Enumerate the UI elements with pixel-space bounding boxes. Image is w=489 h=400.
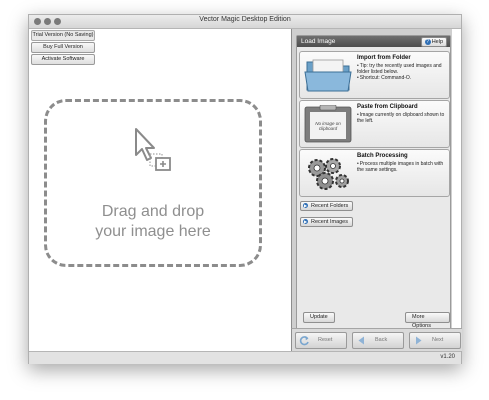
window-title: Vector Magic Desktop Edition — [199, 16, 291, 23]
clipboard-tip-1: Image currently on clipboard shown to th… — [357, 112, 447, 124]
recent-folders-label: Recent Folders — [311, 203, 349, 209]
gears-icon — [308, 158, 349, 190]
disclosure-arrow-icon: ▶ — [303, 203, 308, 209]
drop-zone-line-1: Drag and drop — [101, 203, 205, 220]
paste-from-clipboard-tips: Image currently on clipboard shown to th… — [357, 112, 447, 124]
trial-version-label: Trial Version (No Saving) — [31, 30, 95, 41]
batch-processing-tips: Process multiple images in batch with th… — [357, 161, 447, 173]
next-arrow-icon — [416, 336, 422, 345]
reset-button[interactable]: Reset — [295, 332, 347, 349]
import-from-folder-tips: Tip: try the recently used images and fo… — [357, 63, 447, 81]
title-bar: Vector Magic Desktop Edition — [29, 15, 461, 29]
batch-tip-1: Process multiple images in batch with th… — [357, 161, 447, 173]
help-button[interactable]: ? Help — [420, 37, 447, 47]
recent-images-label: Recent Images — [311, 219, 348, 225]
batch-processing-title: Batch Processing — [357, 153, 408, 159]
disclosure-arrow-icon: ▶ — [303, 219, 308, 225]
help-label: Help — [431, 39, 443, 45]
status-bar: v1.20 — [29, 351, 461, 364]
batch-processing-card[interactable]: Batch Processing Process multiple images… — [299, 149, 450, 197]
back-label: Back — [375, 337, 388, 343]
panel-title: Load Image — [301, 38, 336, 45]
drag-cursor-icon — [135, 128, 171, 171]
more-options-button[interactable]: More Options — [405, 312, 450, 329]
paste-from-clipboard-title: Paste from Clipboard — [357, 104, 418, 110]
load-image-panel: Load Image ?Help Import from Folder Tip:… — [291, 29, 452, 330]
version-label: v1.20 — [440, 354, 455, 360]
drop-zone[interactable]: Drag and drop your image here — [44, 99, 262, 267]
wizard-navigation-bar: Reset Back Next — [291, 328, 462, 351]
import-from-folder-title: Import from Folder — [357, 55, 411, 61]
clipboard-empty-text: No image on clipboard — [315, 121, 341, 131]
paste-from-clipboard-card[interactable]: No image on clipboard Paste from Clipboa… — [299, 100, 450, 148]
reset-icon — [299, 336, 309, 346]
reset-label: Reset — [318, 337, 333, 343]
next-button[interactable]: Next — [409, 332, 461, 349]
app-window: Vector Magic Desktop Edition Trial Versi… — [28, 14, 462, 364]
buy-full-version-button[interactable]: Buy Full Version — [31, 42, 95, 53]
update-button[interactable]: Update — [303, 312, 335, 323]
back-button[interactable]: Back — [352, 332, 404, 349]
load-image-panel-body: Load Image ?Help Import from Folder Tip:… — [296, 35, 451, 330]
import-tip-1: Tip: try the recently used images and fo… — [357, 63, 447, 75]
import-from-folder-card[interactable]: Import from Folder Tip: try the recently… — [299, 51, 450, 99]
trial-button-group: Trial Version (No Saving) Buy Full Versi… — [31, 30, 95, 66]
drop-zone-line-2: your image here — [95, 223, 211, 240]
recent-images-button[interactable]: ▶ Recent Images — [300, 217, 353, 227]
back-arrow-icon — [358, 336, 364, 345]
recent-folders-button[interactable]: ▶ Recent Folders — [300, 201, 354, 211]
help-icon: ? — [424, 39, 431, 45]
next-label: Next — [432, 337, 444, 343]
panel-header: Load Image ? Help — [297, 36, 450, 47]
folder-icon — [304, 59, 352, 92]
import-tip-2: Shortcut: Command-O. — [357, 75, 447, 81]
activate-software-button[interactable]: Activate Software — [31, 54, 95, 65]
drop-zone-instructions: Drag and drop your image here — [47, 202, 259, 242]
